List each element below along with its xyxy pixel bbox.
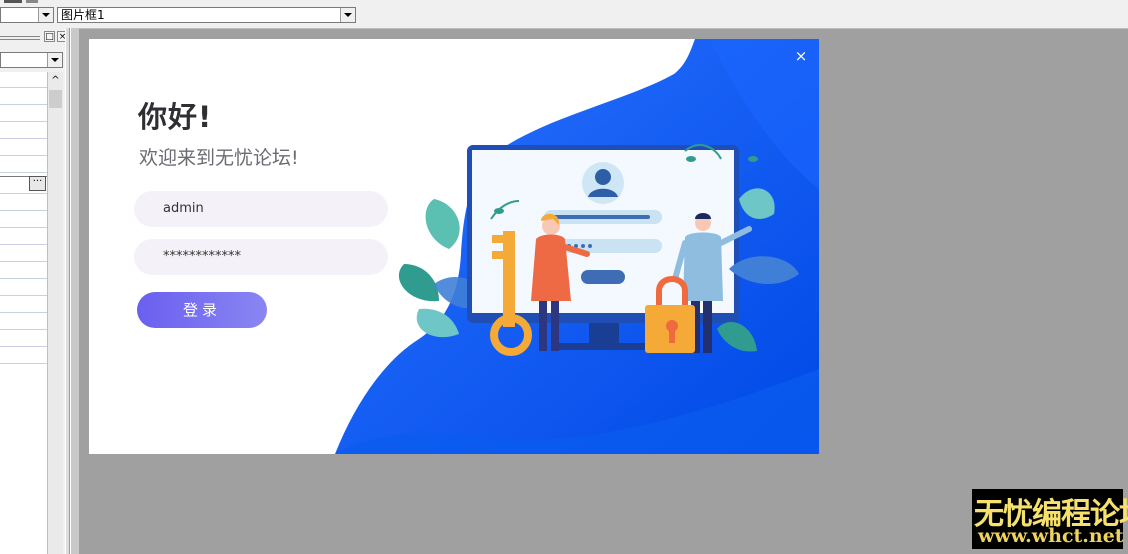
username-value: admin [163,201,204,216]
property-row[interactable] [0,172,47,173]
property-row[interactable] [0,278,47,279]
password-value: ************ [163,249,241,264]
panel-title-bar: □ × [0,30,70,44]
property-row[interactable] [0,244,47,245]
chevron-down-icon[interactable] [47,53,62,67]
property-row[interactable] [0,363,47,364]
property-row[interactable] [0,138,47,139]
property-row[interactable] [0,329,47,330]
property-row[interactable] [0,312,47,313]
welcome-subtitle: 欢迎来到无忧论坛! [139,147,299,169]
property-row[interactable] [0,155,47,156]
panel-object-combo[interactable] [0,52,63,68]
panel-grip[interactable] [0,36,40,40]
property-row[interactable] [0,193,47,194]
restore-icon[interactable]: □ [44,31,55,42]
object-selector[interactable] [0,7,54,23]
scroll-up-icon[interactable]: ^ [48,74,63,88]
ellipsis-button[interactable]: ··· [29,176,46,191]
username-field[interactable]: admin [134,191,388,227]
event-selector[interactable]: 图片框1 [57,7,356,23]
login-button[interactable]: 登录 [137,292,267,328]
property-grid[interactable] [0,72,48,554]
property-row[interactable] [0,295,47,296]
toolbar-icon[interactable] [4,0,22,3]
property-row[interactable] [0,210,47,211]
chevron-down-icon[interactable] [340,8,355,22]
chevron-down-icon[interactable] [38,8,53,22]
property-row[interactable] [0,121,47,122]
property-row[interactable] [0,261,47,262]
property-row[interactable] [0,87,47,88]
login-card: × 你好! 欢迎来到无忧论坛! admin ************ 登录 [89,39,819,454]
toolbar-icon[interactable] [26,0,38,3]
greeting-title: 你好! [138,100,213,134]
workspace-divider[interactable] [70,28,79,554]
property-row[interactable] [0,227,47,228]
panel-scrollbar[interactable]: ^ [48,72,63,554]
properties-panel: □ × ··· ^ [0,28,70,554]
scroll-thumb[interactable] [49,90,62,108]
top-toolbar: 图片框1 [0,0,1128,29]
event-selector-value: 图片框1 [61,8,105,22]
close-button[interactable]: × [791,46,811,66]
watermark-url: www.whct.net [978,525,1124,547]
property-row[interactable] [0,346,47,347]
watermark: 无忧编程论坛 www.whct.net [972,489,1128,549]
property-row[interactable] [0,104,47,105]
password-field[interactable]: ************ [134,239,388,275]
